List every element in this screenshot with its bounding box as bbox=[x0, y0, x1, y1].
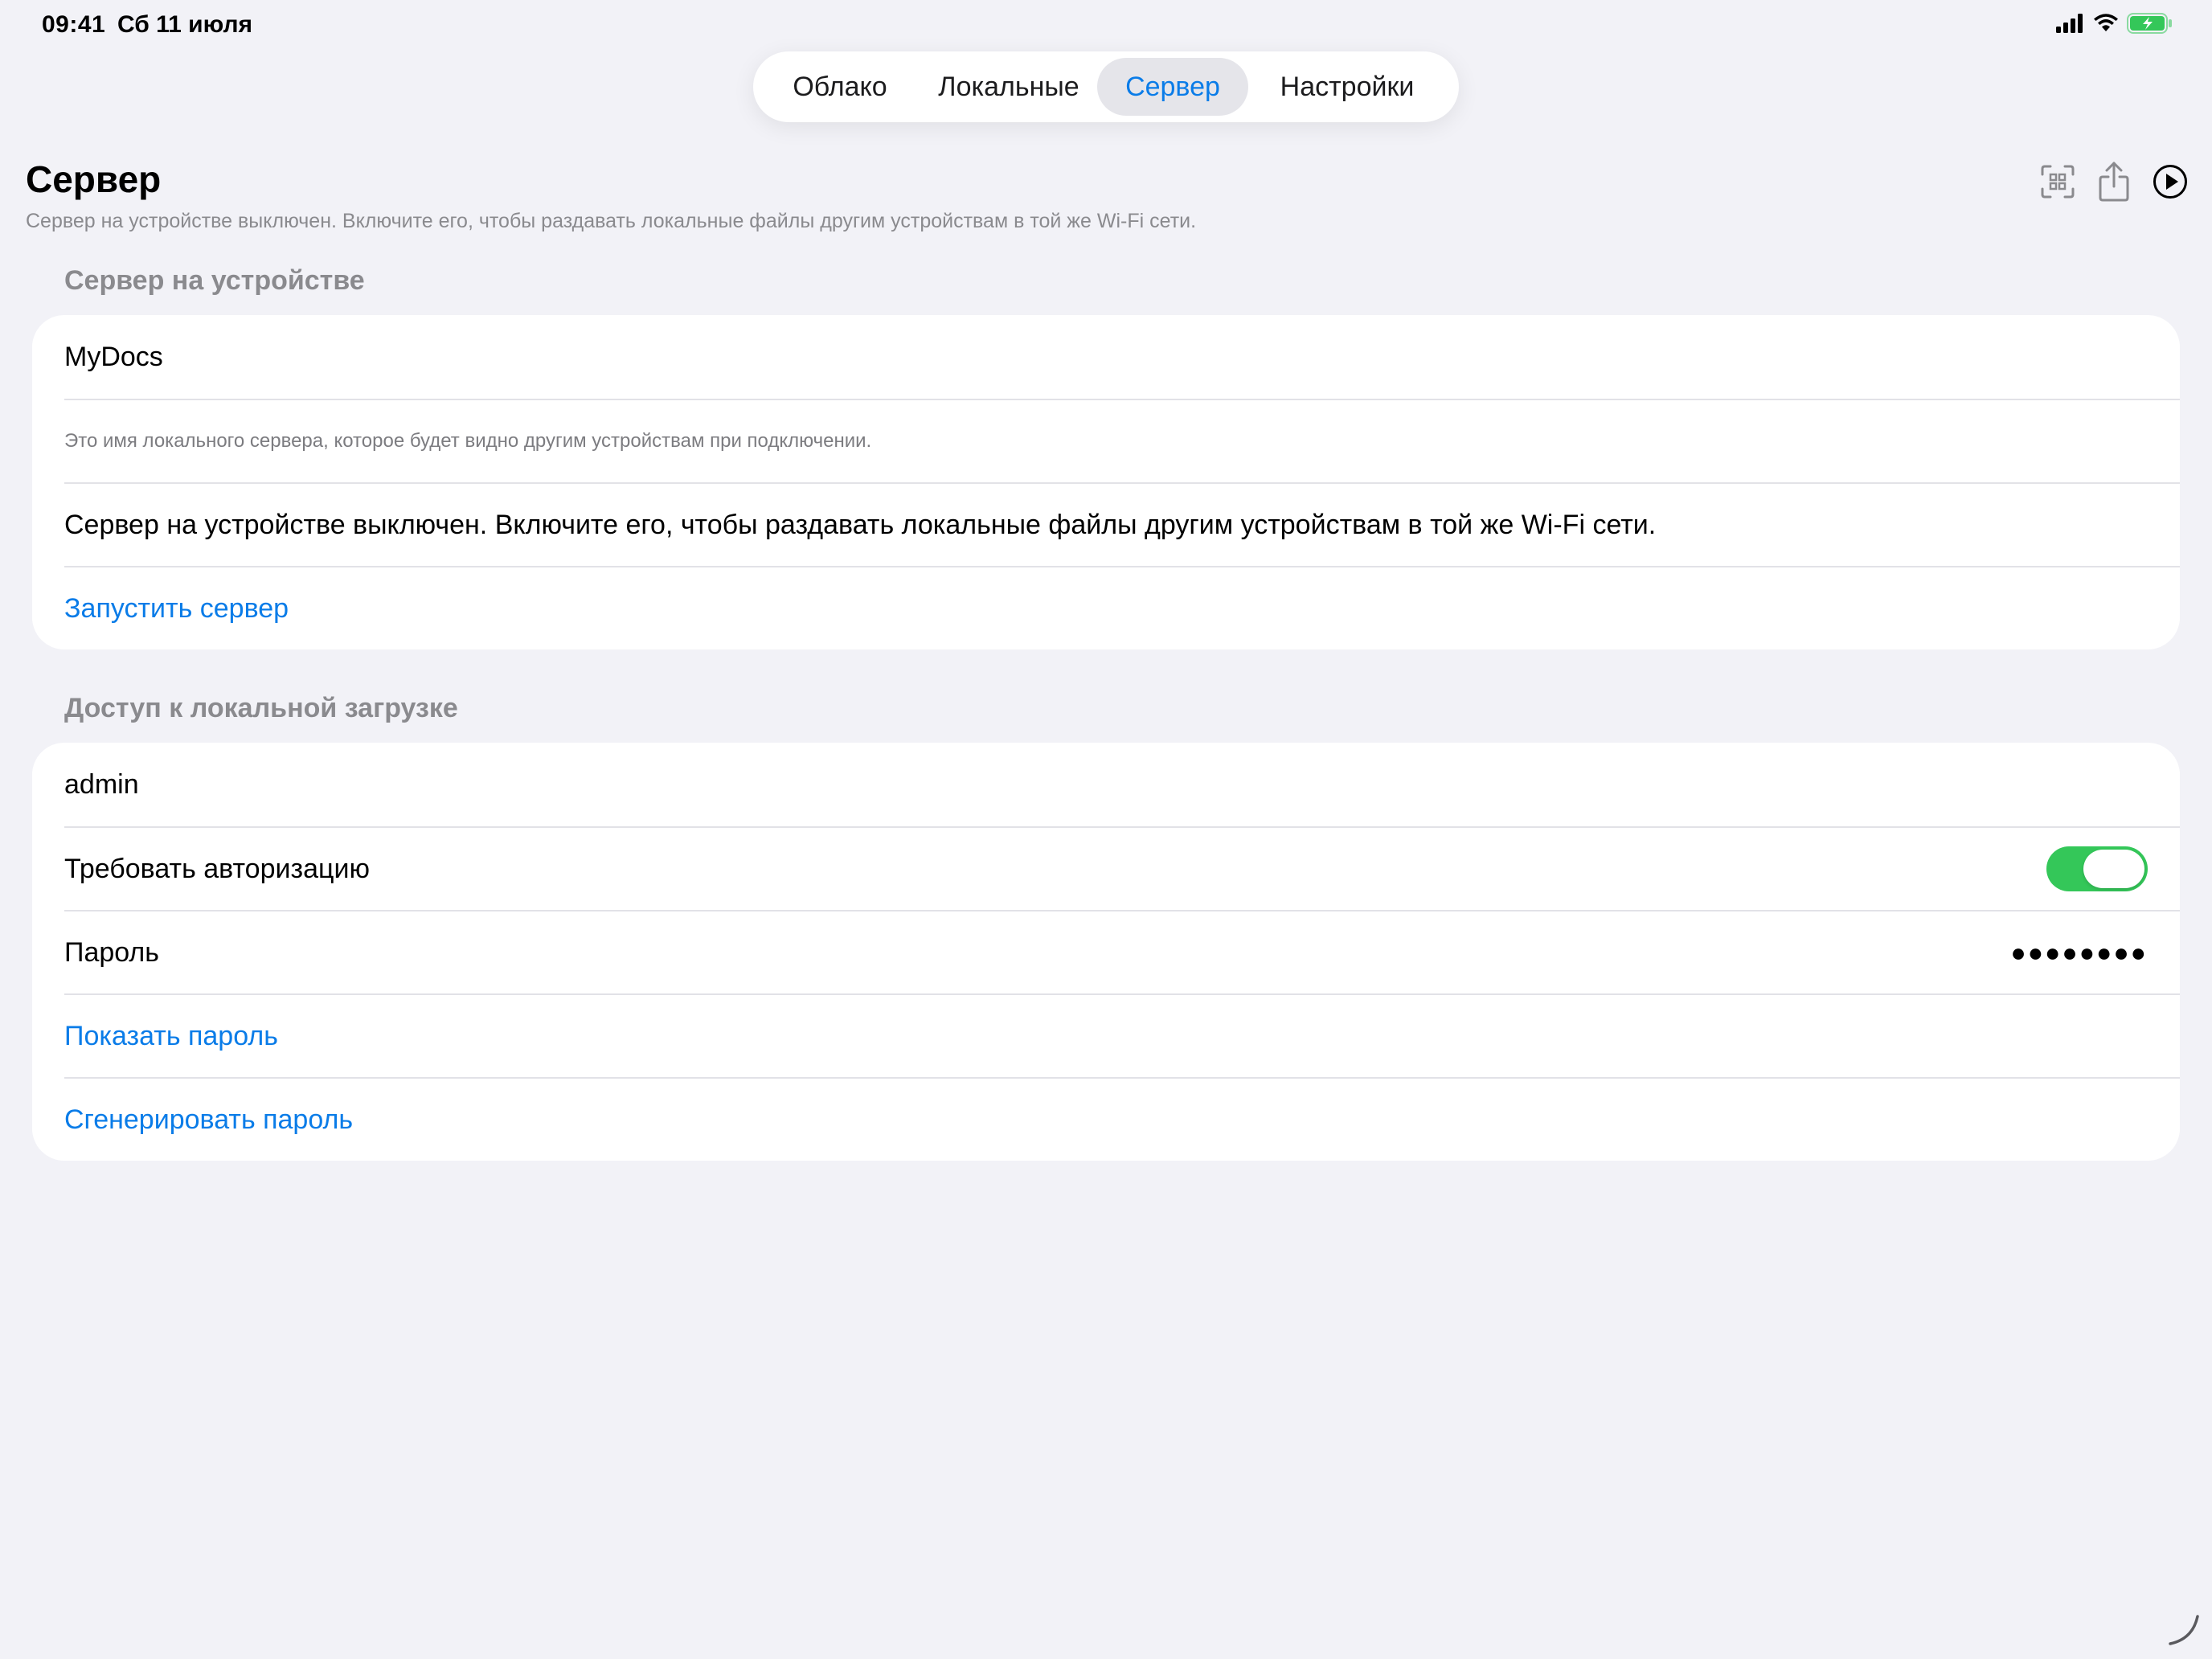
tab-cloud[interactable]: Облако bbox=[760, 58, 920, 116]
cellular-signal-icon bbox=[2056, 14, 2085, 37]
require-auth-toggle[interactable] bbox=[2046, 846, 2148, 891]
section-header-access: Доступ к локальной загрузке bbox=[64, 693, 458, 723]
generate-password-row[interactable]: Сгенерировать пароль bbox=[64, 1077, 2180, 1161]
section-header-server: Сервер на устройстве bbox=[64, 265, 365, 296]
server-card: MyDocs Это имя локального сервера, котор… bbox=[32, 315, 2180, 649]
start-server-row[interactable]: Запустить сервер bbox=[64, 566, 2180, 649]
tab-local[interactable]: Локальные bbox=[920, 58, 1097, 116]
generate-password-button[interactable]: Сгенерировать пароль bbox=[64, 1104, 353, 1136]
show-password-row[interactable]: Показать пароль bbox=[64, 993, 2180, 1077]
toggle-knob bbox=[2083, 850, 2144, 888]
header-actions bbox=[2040, 158, 2188, 206]
server-status-text: Сервер на устройстве выключен. Включите … bbox=[64, 509, 1657, 540]
server-name-field[interactable]: MyDocs bbox=[64, 315, 2180, 399]
status-time: 09:41 bbox=[42, 11, 106, 38]
username-field[interactable]: admin bbox=[64, 743, 2180, 826]
require-auth-label: Требовать авторизацию bbox=[64, 853, 370, 884]
password-label: Пароль bbox=[64, 936, 159, 968]
status-date: Сб 11 июля bbox=[117, 11, 253, 38]
show-password-button[interactable]: Показать пароль bbox=[64, 1021, 278, 1052]
page-subtitle: Сервер на устройстве выключен. Включите … bbox=[26, 210, 1197, 232]
server-name-value: MyDocs bbox=[64, 341, 163, 372]
username-value: admin bbox=[64, 768, 139, 800]
status-icons bbox=[2056, 13, 2173, 38]
battery-charging-icon bbox=[2127, 13, 2173, 38]
require-auth-row: Требовать авторизацию bbox=[64, 826, 2180, 910]
tab-server[interactable]: Сервер bbox=[1097, 58, 1248, 116]
status-bar: 09:41 Сб 11 июля bbox=[0, 0, 2212, 51]
start-server-button[interactable]: Запустить сервер bbox=[64, 593, 289, 625]
password-row[interactable]: Пароль ●●●●●●●● bbox=[64, 910, 2180, 993]
resize-corner-icon bbox=[2164, 1610, 2204, 1654]
play-icon[interactable] bbox=[2153, 158, 2188, 206]
server-name-note: Это имя локального сервера, которое буде… bbox=[64, 399, 2180, 482]
server-name-note-text: Это имя локального сервера, которое буде… bbox=[64, 430, 872, 452]
qr-code-scan-icon[interactable] bbox=[2040, 158, 2075, 206]
share-icon[interactable] bbox=[2096, 158, 2132, 206]
wifi-icon bbox=[2093, 14, 2119, 37]
tab-bar: Облако Локальные Сервер Настройки bbox=[753, 51, 1459, 122]
page-title: Сервер bbox=[26, 158, 162, 200]
password-value: ●●●●●●●● bbox=[2010, 937, 2148, 967]
access-card: admin Требовать авторизацию Пароль ●●●●●… bbox=[32, 743, 2180, 1161]
server-status-row: Сервер на устройстве выключен. Включите … bbox=[64, 482, 2180, 566]
tab-settings[interactable]: Настройки bbox=[1248, 58, 1446, 116]
